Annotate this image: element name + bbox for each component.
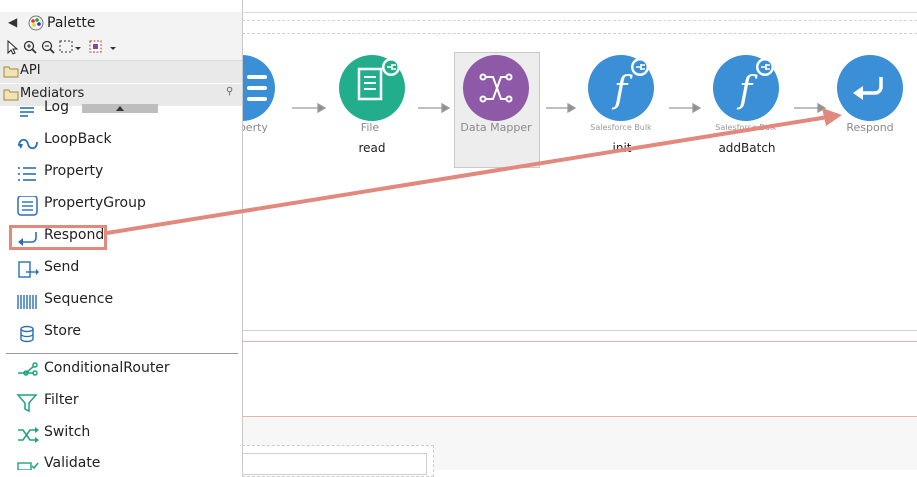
palette-title: Palette [47, 15, 96, 31]
palette-header[interactable]: ◀ Palette [0, 12, 242, 36]
canvas-separator [242, 330, 917, 331]
palette-item-validate[interactable]: Validate [12, 451, 240, 470]
palette-scrollbar-thumb[interactable] [82, 104, 158, 113]
design-canvas[interactable]: operty File read Data Mapper f Salesforc… [209, 0, 917, 477]
drawer-api[interactable]: API [0, 61, 242, 83]
palette-item-sequence[interactable]: Sequence [12, 287, 240, 315]
node-name-label: init [612, 141, 632, 155]
palette-item-label: PropertyGroup [44, 195, 146, 211]
folder-icon [3, 66, 19, 78]
palette-item-label: Log [44, 99, 70, 115]
select-arrow-icon[interactable] [6, 40, 18, 55]
file-node-icon[interactable] [339, 55, 405, 121]
node-type-label: File [360, 121, 380, 134]
store-icon [20, 325, 34, 343]
palette-item-conditionalrouter[interactable]: ConditionalRouter [12, 356, 240, 384]
send-icon [18, 261, 39, 278]
validate-icon [17, 462, 39, 470]
drawer-api-label: API [20, 63, 41, 78]
marquee-select-icon[interactable] [59, 40, 83, 54]
palette-item-store[interactable]: Store [12, 319, 240, 347]
palette-item-property[interactable]: Property [12, 159, 240, 187]
palette-toolbar [0, 36, 242, 61]
property-icon [18, 167, 36, 181]
conditional-router-icon [18, 362, 38, 376]
salesforce-init-node-icon[interactable]: f [588, 55, 654, 121]
palette-item-label: Switch [44, 424, 91, 440]
zoom-out-icon[interactable] [41, 40, 55, 54]
node-type-label: Salesforce Bulk [715, 123, 777, 132]
loopback-icon [18, 138, 38, 150]
svg-text:f: f [736, 70, 758, 111]
palette-divider [6, 353, 238, 354]
connection-tool-icon[interactable] [88, 39, 118, 55]
node-type-label: Respond [846, 121, 894, 134]
palette-item-label: Sequence [44, 291, 114, 307]
fault-sequence-border [242, 341, 917, 342]
fault-sequence-border-bottom [242, 416, 917, 417]
log-icon [20, 107, 34, 117]
switch-icon [18, 427, 39, 443]
palette-item-send[interactable]: Send [12, 255, 240, 283]
node-type-label: Salesforce Bulk [590, 123, 652, 132]
node-name-label: addBatch [718, 141, 776, 155]
collapse-arrow-icon[interactable]: ◀ [8, 15, 17, 29]
palette-item-label: Send [44, 259, 80, 275]
palette-item-label: Filter [44, 392, 79, 408]
palette-item-switch[interactable]: Switch [12, 420, 240, 448]
palette-item-propertygroup[interactable]: PropertyGroup [12, 191, 240, 219]
sequence-icon [17, 295, 37, 309]
palette-item-label: ConditionalRouter [44, 360, 170, 376]
respond-highlight-box [9, 225, 107, 250]
palette-panel: ◀ Palette API Mediators ⚲ Log LoopBack P… [0, 0, 242, 470]
zoom-in-icon[interactable] [23, 40, 37, 54]
data-mapper-node-icon[interactable] [463, 55, 529, 121]
palette-item-label: LoopBack [44, 131, 112, 147]
palette-item-label: Property [44, 163, 104, 179]
property-group-icon [17, 196, 38, 216]
respond-node-icon[interactable] [837, 55, 903, 121]
svg-text:f: f [611, 70, 633, 111]
node-type-label: Data Mapper [460, 121, 532, 134]
palette-item-label: Validate [44, 455, 101, 470]
salesforce-addbatch-node-icon[interactable]: f [713, 55, 779, 121]
bottom-inner-box [242, 453, 427, 475]
palette-icon [28, 15, 44, 31]
palette-item-loopback[interactable]: LoopBack [12, 127, 240, 155]
palette-item-filter[interactable]: Filter [12, 388, 240, 416]
palette-item-label: Store [44, 323, 82, 339]
canvas-left-border [242, 0, 243, 470]
filter-icon [16, 394, 38, 413]
node-name-label: read [358, 141, 386, 155]
